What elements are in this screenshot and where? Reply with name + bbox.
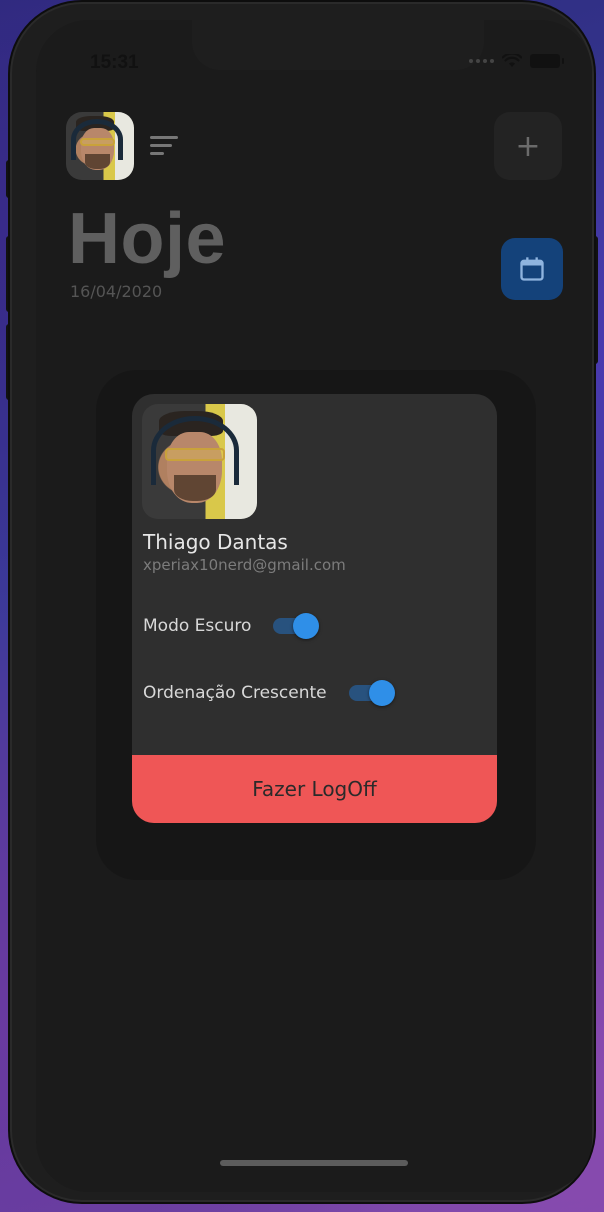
- home-indicator[interactable]: [220, 1160, 408, 1166]
- power-button: [592, 236, 598, 364]
- phone-frame: 15:31 + Hoje 16/04/2020 Thiago Dantas xp…: [12, 4, 592, 1200]
- dark-mode-row: Modo Escuro: [143, 612, 321, 640]
- logoff-button[interactable]: Fazer LogOff: [132, 755, 497, 823]
- ascending-order-row: Ordenação Crescente: [143, 679, 397, 707]
- page-date: 16/04/2020: [70, 282, 163, 301]
- notch: [192, 20, 484, 70]
- calendar-icon: [520, 257, 544, 281]
- app-screen: 15:31 + Hoje 16/04/2020 Thiago Dantas xp…: [36, 20, 592, 1192]
- status-icons: [469, 54, 564, 68]
- dark-mode-label: Modo Escuro: [143, 616, 252, 636]
- add-task-button[interactable]: +: [494, 112, 562, 180]
- page-title: Hoje: [68, 199, 227, 279]
- user-email: xperiax10nerd@gmail.com: [143, 556, 346, 574]
- user-name: Thiago Dantas: [143, 530, 288, 554]
- calendar-button[interactable]: [501, 238, 563, 300]
- dark-mode-toggle[interactable]: [273, 612, 321, 640]
- ascending-order-label: Ordenação Crescente: [143, 683, 327, 703]
- profile-avatar: [142, 404, 257, 519]
- wifi-icon: [502, 54, 522, 67]
- battery-icon: [530, 54, 564, 68]
- signal-icon: [469, 59, 494, 63]
- status-time: 15:31: [90, 52, 139, 73]
- profile-dialog: Thiago Dantas xperiax10nerd@gmail.com Mo…: [132, 394, 497, 823]
- ascending-order-toggle[interactable]: [348, 679, 397, 707]
- plus-icon: +: [515, 128, 541, 164]
- menu-icon[interactable]: [150, 136, 180, 158]
- header-avatar[interactable]: [66, 112, 134, 180]
